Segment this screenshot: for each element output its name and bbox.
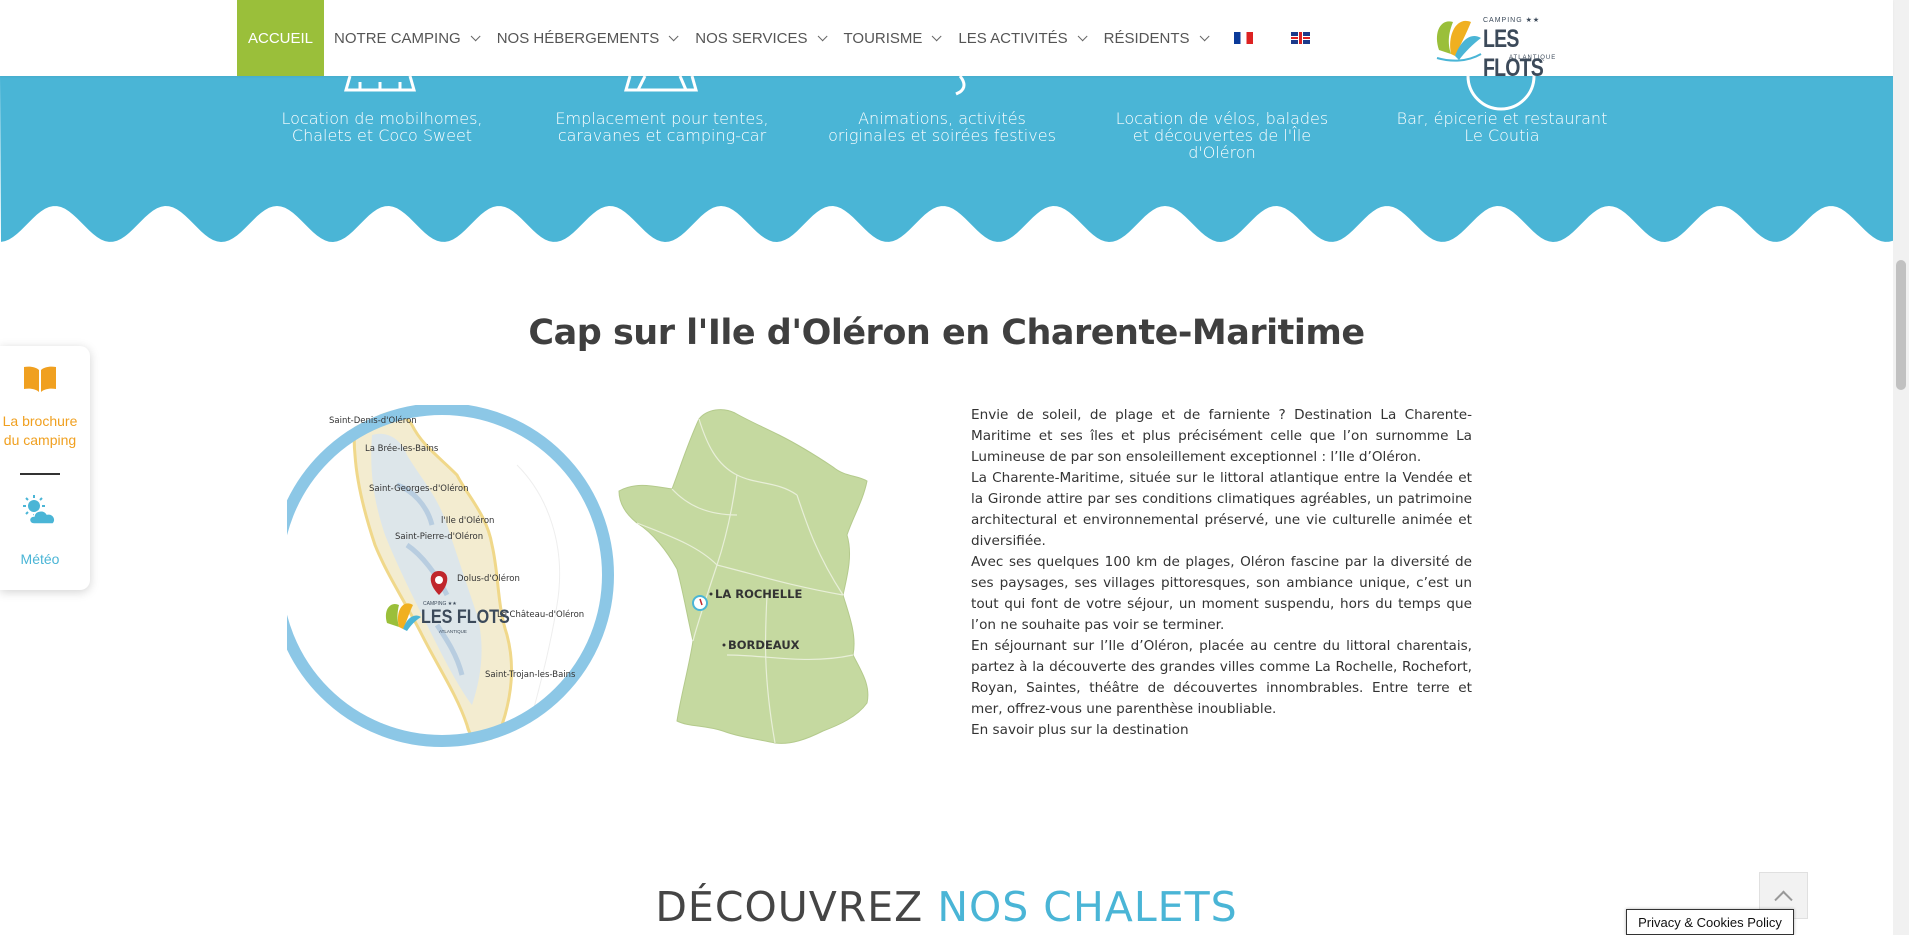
city-label: BORDEAUX: [728, 638, 800, 652]
nav-label: NOS SERVICES: [695, 29, 808, 47]
chalets-heading: DÉCOUVREZ NOS CHALETS: [0, 883, 1893, 931]
service-emplacement: Emplacement pour tentes, caravanes et ca…: [555, 109, 769, 145]
chevron-down-icon: [1199, 30, 1210, 41]
paragraph: La Charente-Maritime, située sur le litt…: [971, 470, 1472, 549]
nav-label: LES ACTIVITÉS: [958, 29, 1068, 47]
heading-part-2: NOS CHALETS: [937, 883, 1238, 931]
nav-label: RÉSIDENTS: [1103, 29, 1190, 47]
service-animations: Animations, activités originales et soir…: [828, 109, 1056, 145]
paragraph: Avec ses quelques 100 km de plages, Olér…: [971, 554, 1472, 633]
chevron-down-icon: [470, 30, 481, 41]
place-label: Saint-Trojan-les-Bains: [485, 670, 576, 680]
place-label: Saint-Pierre-d'Oléron: [395, 531, 483, 542]
nav-item-residents[interactable]: RÉSIDENTS: [1094, 0, 1216, 76]
map-logo-main: LES FLOTS: [421, 606, 510, 628]
book-icon: [24, 366, 56, 392]
nav-label: NOTRE CAMPING: [334, 29, 461, 47]
weather-label: Météo: [20, 551, 60, 567]
nav-item-services[interactable]: NOS SERVICES: [685, 0, 833, 76]
french-flag-icon[interactable]: [1233, 32, 1253, 44]
chevron-up-icon: [1774, 890, 1793, 909]
scrollbar-thumb[interactable]: [1896, 260, 1906, 390]
logo-main-text: LES FLOTS: [1483, 25, 1544, 82]
wave-background: [0, 76, 1893, 242]
heading-part-1: DÉCOUVREZ: [655, 883, 924, 931]
place-label: Saint-Denis-d'Oléron: [329, 415, 417, 426]
destination-more-link[interactable]: En savoir plus sur la destination: [971, 722, 1189, 738]
paragraph: Envie de soleil, de plage et de farnient…: [971, 407, 1472, 465]
brochure-button[interactable]: La brochure du camping: [0, 346, 80, 456]
paragraph: En séjournant sur l’Ile d’Oléron, placée…: [971, 638, 1472, 717]
nav-label: NOS HÉBERGEMENTS: [496, 29, 660, 47]
place-label: Saint-Georges-d'Oléron: [369, 483, 468, 494]
logo-sub-text: ATLANTIQUE: [1509, 55, 1557, 61]
nav-label: TOURISME: [843, 29, 923, 47]
map-logo-sub: ATLANTIQUE: [439, 629, 467, 634]
service-velos: Location de vélos, balades et découverte…: [1115, 109, 1329, 162]
nav-item-activites[interactable]: LES ACTIVITÉS: [948, 0, 1093, 76]
weather-icon: [23, 495, 56, 525]
place-label: La Brée-les-Bains: [365, 443, 439, 454]
chevron-down-icon: [932, 30, 942, 41]
side-divider: [20, 473, 60, 475]
services-band: Location de mobilhomes, Chalets et Coco …: [0, 76, 1893, 266]
section-title: Cap sur l'Ile d'Oléron en Charente-Marit…: [528, 313, 1365, 353]
city-label: LA ROCHELLE: [715, 587, 802, 601]
weather-button[interactable]: Météo: [0, 486, 80, 586]
page-scrollbar[interactable]: [1893, 0, 1909, 935]
chevron-down-icon: [817, 30, 828, 41]
logo-small-text: CAMPING ★★: [1483, 17, 1541, 24]
destination-text: Envie de soleil, de plage et de farnient…: [971, 405, 1472, 741]
nav-item-accueil[interactable]: ACCUEIL: [237, 0, 325, 76]
top-navigation: ACCUEIL NOTRE CAMPING NOS HÉBERGEMENTS N…: [0, 0, 1893, 82]
side-widget: La brochure du camping Météo: [0, 346, 90, 590]
site-logo[interactable]: CAMPING ★★ LES FLOTS ATLANTIQUE: [1433, 10, 1563, 82]
nav-item-notre-camping[interactable]: NOTRE CAMPING: [324, 0, 487, 76]
brochure-label: La brochure du camping: [2, 413, 78, 448]
english-flag-icon[interactable]: [1290, 32, 1310, 44]
place-label: l'Ile d'Oléron: [441, 515, 494, 526]
chevron-down-icon: [668, 30, 679, 41]
place-label: Dolus-d'Oléron: [457, 573, 520, 584]
nav-label: ACCUEIL: [248, 29, 314, 47]
logo-leaves-icon: [1436, 20, 1482, 62]
nav-item-hebergements[interactable]: NOS HÉBERGEMENTS: [487, 0, 686, 76]
nav-item-tourisme[interactable]: TOURISME: [834, 0, 949, 76]
service-hebergement: Location de mobilhomes, Chalets et Coco …: [281, 109, 483, 145]
main-menu: ACCUEIL NOTRE CAMPING NOS HÉBERGEMENTS N…: [237, 0, 1324, 76]
destination-map: Saint-Denis-d'Oléron La Brée-les-Bains S…: [270, 403, 952, 747]
service-bar: Bar, épicerie et restaurant Le Coutia: [1396, 109, 1608, 145]
compass-icon: [692, 595, 708, 611]
chevron-down-icon: [1077, 30, 1088, 41]
privacy-policy-button[interactable]: Privacy & Cookies Policy: [1626, 909, 1794, 935]
place-label: Le Château-d'Oléron: [497, 609, 584, 620]
